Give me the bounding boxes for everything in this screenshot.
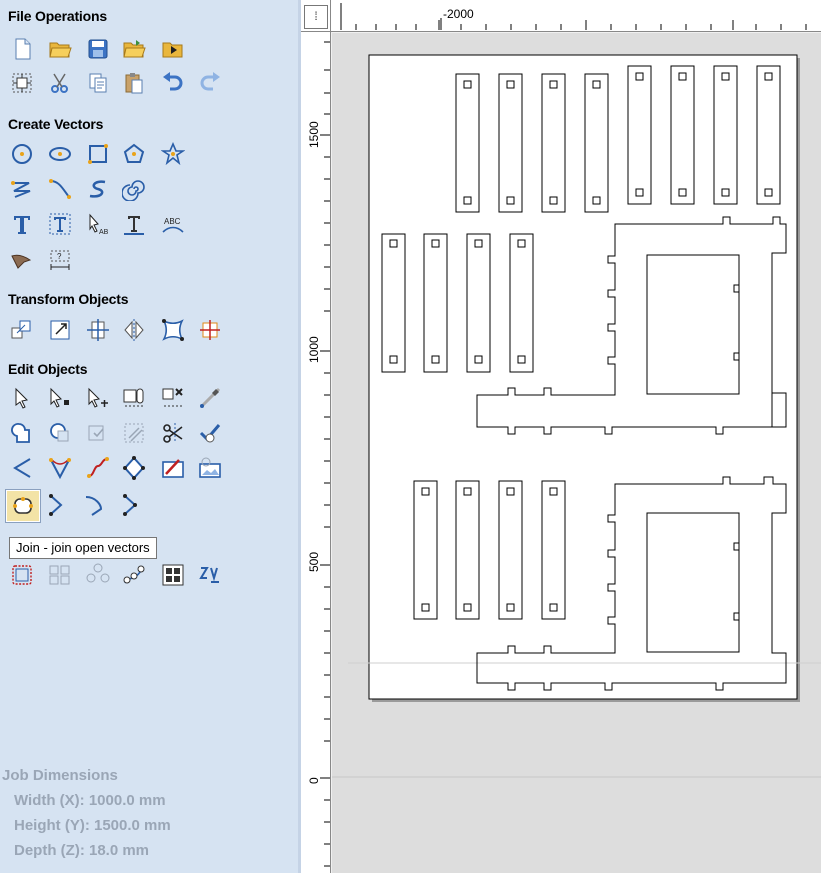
- draw-polygon-icon[interactable]: [121, 141, 147, 167]
- subtract-vectors-icon[interactable]: [47, 420, 73, 446]
- section-title-create-vectors: Create Vectors: [8, 116, 104, 132]
- align-center-icon[interactable]: [85, 317, 111, 343]
- node-edit-icon[interactable]: [47, 385, 73, 411]
- left-ruler-label-1500: 1500: [307, 121, 321, 148]
- save-icon[interactable]: [85, 36, 111, 62]
- origin-cross-icon[interactable]: ⁞: [304, 5, 328, 29]
- job-dimensions: Job Dimensions Width (X): 1000.0 mm Heig…: [2, 767, 171, 859]
- redo-icon[interactable]: [197, 70, 223, 96]
- transform-select-icon[interactable]: [85, 385, 111, 411]
- select-pointer-icon[interactable]: [9, 385, 35, 411]
- dimension-icon[interactable]: ?: [47, 247, 73, 273]
- vcarve-text-icon[interactable]: [197, 562, 223, 588]
- draw-curve-icon[interactable]: [85, 176, 111, 202]
- svg-text:?: ?: [57, 252, 62, 261]
- drawing-canvas-graphic: [332, 54, 821, 778]
- move-icon[interactable]: [9, 317, 35, 343]
- text-on-curve-icon[interactable]: AB: [85, 211, 111, 237]
- job-height: Height (Y): 1500.0 mm: [14, 817, 171, 834]
- curve-fit-icon[interactable]: [47, 455, 73, 481]
- job-depth: Depth (Z): 18.0 mm: [14, 842, 150, 859]
- text-arc-icon[interactable]: ABC: [160, 211, 186, 237]
- draw-arc-icon[interactable]: [47, 176, 73, 202]
- extend-vector-icon[interactable]: [44, 492, 70, 518]
- auto-layout-text-icon[interactable]: [47, 211, 73, 237]
- job-width: Width (X): 1000.0 mm: [14, 792, 166, 809]
- join-vectors-icon[interactable]: [5, 489, 41, 523]
- left-ruler-label-500: 500: [307, 552, 321, 572]
- copy-icon[interactable]: [85, 70, 111, 96]
- draw-circle-icon[interactable]: [9, 141, 35, 167]
- curve-node-icon[interactable]: [82, 492, 108, 518]
- left-ruler[interactable]: 1500 1000 500 0: [301, 32, 331, 873]
- fillet-corners-icon[interactable]: [9, 562, 35, 588]
- scale-icon[interactable]: [47, 317, 73, 343]
- fillet-icon[interactable]: [121, 420, 147, 446]
- fit-view-icon[interactable]: [9, 70, 35, 96]
- bitmap-image-icon[interactable]: [197, 455, 223, 481]
- section-title-transform-objects: Transform Objects: [8, 291, 129, 307]
- copy-along-vector-icon[interactable]: [121, 562, 147, 588]
- trim-vectors-icon[interactable]: [160, 420, 186, 446]
- ruler-corner: ⁞: [301, 0, 331, 32]
- job-dimensions-title: Job Dimensions: [2, 767, 118, 784]
- join-tooltip: Join - join open vectors: [9, 537, 157, 559]
- left-ruler-graphic: 1500 1000 500 0: [307, 41, 330, 867]
- top-ruler-label: -2000: [443, 7, 474, 21]
- nest-parts-icon[interactable]: [121, 455, 147, 481]
- import-icon[interactable]: [160, 36, 186, 62]
- array-copy-icon[interactable]: [47, 562, 73, 588]
- section-title-edit-objects: Edit Objects: [8, 361, 88, 377]
- svg-text:AB: AB: [99, 229, 109, 236]
- top-ruler[interactable]: -2000: [331, 0, 821, 32]
- tool-panel: File Operations Create Vectors AB ABC ? …: [0, 0, 298, 873]
- drawing-canvas[interactable]: [332, 33, 821, 873]
- set-origin-icon[interactable]: [197, 317, 223, 343]
- distort-icon[interactable]: [160, 317, 186, 343]
- undo-icon[interactable]: [160, 70, 186, 96]
- ungroup-objects-icon[interactable]: [160, 385, 186, 411]
- draw-spiral-icon[interactable]: [121, 176, 147, 202]
- trace-bitmap-icon[interactable]: [9, 247, 35, 273]
- edit-bitmap-icon[interactable]: [160, 455, 186, 481]
- circular-array-icon[interactable]: [85, 562, 111, 588]
- draw-star-icon[interactable]: [160, 141, 186, 167]
- cut-icon[interactable]: [47, 70, 73, 96]
- nesting-icon[interactable]: [160, 562, 186, 588]
- draw-rectangle-icon[interactable]: [85, 141, 111, 167]
- left-ruler-label-1000: 1000: [307, 336, 321, 363]
- mirror-icon[interactable]: [121, 317, 147, 343]
- offset-vector-icon[interactable]: [85, 455, 111, 481]
- draw-text-icon[interactable]: [9, 211, 35, 237]
- close-vector-icon[interactable]: [9, 455, 35, 481]
- group-objects-icon[interactable]: [121, 385, 147, 411]
- top-ruler-graphic: -2000: [340, 3, 807, 30]
- new-file-icon[interactable]: [9, 36, 35, 62]
- weld-vectors-icon[interactable]: [9, 420, 35, 446]
- intersect-vectors-icon[interactable]: [85, 420, 111, 446]
- left-ruler-label-0: 0: [307, 777, 321, 784]
- svg-text:ABC: ABC: [164, 217, 181, 226]
- open-file-icon[interactable]: [47, 36, 73, 62]
- draw-ellipse-icon[interactable]: [47, 141, 73, 167]
- open-folder-icon[interactable]: [121, 36, 147, 62]
- break-vector-icon[interactable]: [118, 492, 144, 518]
- draw-polyline-icon[interactable]: [9, 176, 35, 202]
- adjust-text-spacing-icon[interactable]: [121, 211, 147, 237]
- section-title-file-operations: File Operations: [8, 8, 107, 24]
- material-sheet: [368, 54, 798, 700]
- smart-delete-icon[interactable]: [197, 420, 223, 446]
- measure-icon[interactable]: [197, 385, 223, 411]
- paste-icon[interactable]: [121, 70, 147, 96]
